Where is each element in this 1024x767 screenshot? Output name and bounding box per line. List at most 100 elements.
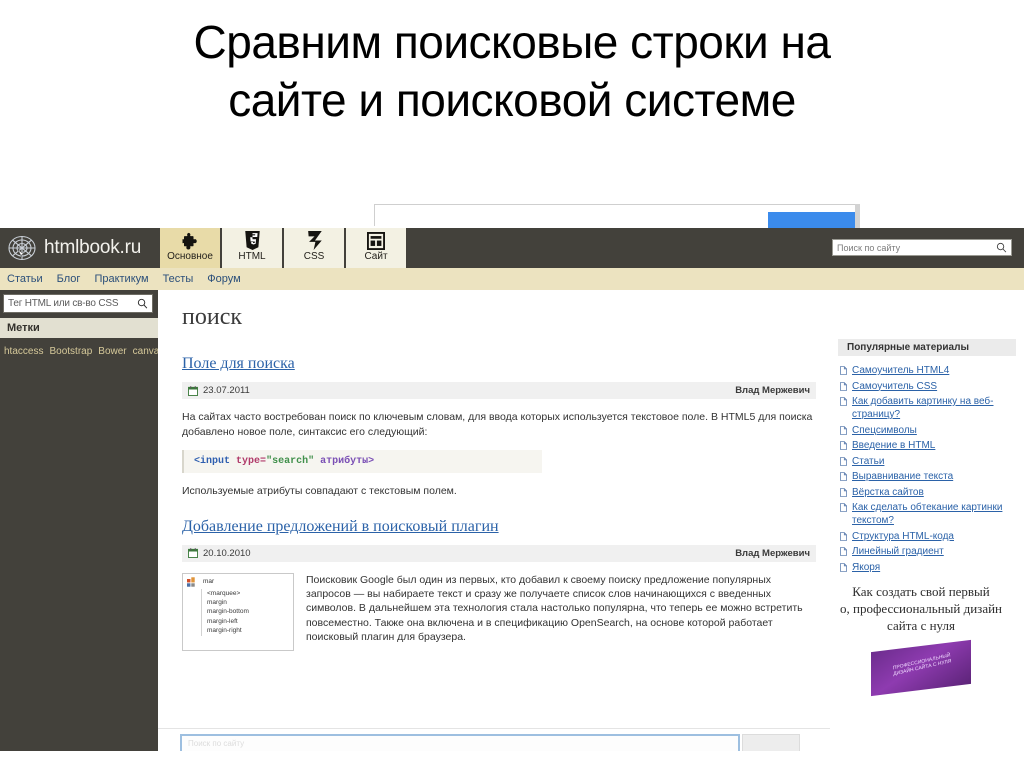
search-icon[interactable] <box>996 242 1007 253</box>
article-link-2[interactable]: Добавление предложений в поисковый плаги… <box>182 518 499 535</box>
article-body-2: Поисковик Google был один из первых, кто… <box>306 573 803 644</box>
website-screenshot: htmlbook.ru Основное HTML CSS Сайт Поиск… <box>0 198 1024 751</box>
tag-link[interactable]: Bower <box>98 346 126 357</box>
tag-search-input[interactable]: Тег HTML или св-во CSS <box>3 294 153 313</box>
calendar-icon <box>188 548 198 558</box>
nav-item-statyi[interactable]: Статьи <box>7 273 43 285</box>
nav-item-praktikum[interactable]: Практикум <box>94 273 148 285</box>
article-date-2: 20.10.2010 <box>203 547 251 559</box>
popular-link[interactable]: Якоря <box>852 561 880 574</box>
document-icon <box>840 531 847 541</box>
article-after-code-1: Используемые атрибуты совпадают с тексто… <box>182 485 457 497</box>
page-title: Сравним поисковые строки на сайте и поис… <box>0 14 1024 130</box>
promo-image[interactable]: ПРОФЕССИОНАЛЬНЫЙ ДИЗАЙН САЙТА С НУЛЯ <box>871 639 971 697</box>
code-block: <input type="search" атрибуты> <box>182 450 542 473</box>
list-item: Статьи <box>840 455 1024 468</box>
tab-html[interactable]: HTML <box>222 228 284 268</box>
list-item: Как добавить картинку на веб-страницу? <box>840 395 1024 421</box>
site-logo[interactable]: htmlbook.ru <box>0 228 160 268</box>
document-icon <box>840 425 847 435</box>
document-icon <box>840 472 847 481</box>
popular-link[interactable]: Выравнивание текста <box>852 470 953 483</box>
layout-grid-icon <box>367 230 385 251</box>
calendar-icon <box>188 385 198 396</box>
promo-line-2: о, профессиональный дизайн <box>839 601 1003 616</box>
tag-link[interactable]: Bootstrap <box>49 346 92 357</box>
thumbnail-suggestions: <marquee> margin margin-bottom margin-le… <box>201 588 289 636</box>
document-icon <box>840 562 847 572</box>
article-title-2: Добавление предложений в поисковый плаги… <box>182 510 816 538</box>
popular-link[interactable]: Спецсимволы <box>852 424 917 437</box>
tab-label: CSS <box>303 251 325 262</box>
popular-list: Самоучитель HTML4 Самоучитель CSS Как доба… <box>830 364 1024 574</box>
article-author-2: Влад Мержевич <box>735 547 810 559</box>
tab-label: HTML <box>238 251 266 262</box>
thumbnail-query: mar <box>203 578 215 585</box>
suggestion-item: margin-right <box>207 627 242 635</box>
html5-shield-icon <box>244 230 261 251</box>
background-search-button[interactable] <box>768 212 858 228</box>
site-header: htmlbook.ru Основное HTML CSS Сайт Поиск… <box>0 228 1024 268</box>
promo-line-1: Как создать свой первый <box>852 584 990 599</box>
bottom-search-input[interactable] <box>180 734 740 751</box>
article-link-1[interactable]: Поле для поиска <box>182 355 295 372</box>
list-item: Линейный градиент <box>840 545 1024 558</box>
css3-shield-icon <box>306 230 323 251</box>
search-icon[interactable] <box>137 298 148 309</box>
bottom-search-button[interactable] <box>742 734 800 751</box>
document-icon <box>840 397 847 406</box>
bottom-search-area: Поиск по сайту <box>158 728 830 751</box>
list-item: Вёрстка сайтов <box>840 486 1024 499</box>
site-search-input[interactable]: Поиск по сайту <box>832 239 1012 256</box>
article-title-1: Поле для поиска <box>182 347 816 375</box>
left-sidebar: Тег HTML или св-во CSS Метки htaccess Boo… <box>0 290 1024 728</box>
nav-item-testy[interactable]: Тесты <box>163 273 194 285</box>
popular-section-title: Популярные материалы <box>838 339 1016 356</box>
code-value: "search" <box>266 456 315 467</box>
code-rest: атрибуты> <box>320 456 375 467</box>
suggestion-item: margin-bottom <box>207 608 249 616</box>
spiderweb-icon <box>8 235 36 261</box>
slide-canvas: Сравним поисковые строки на сайте и поис… <box>0 0 1024 767</box>
article-meta-1: 23.07.2011 Влад Мержевич <box>182 382 816 399</box>
document-icon <box>840 441 847 450</box>
document-icon <box>840 503 847 512</box>
promo-block: Как создать свой первый о, профессиональ… <box>818 583 1024 697</box>
nav-item-blog[interactable]: Блог <box>57 273 81 285</box>
tab-osnovnoe[interactable]: Основное <box>160 228 222 268</box>
popular-link[interactable]: Введение в HTML <box>852 439 935 452</box>
suggestion-item: <marquee> <box>207 589 241 597</box>
background-edge <box>855 204 860 228</box>
popular-link[interactable]: Статьи <box>852 455 884 468</box>
sidebar-footer-fill <box>0 728 158 751</box>
document-icon <box>840 547 847 556</box>
bottom-search-placeholder: Поиск по сайту <box>188 739 245 748</box>
tab-css[interactable]: CSS <box>284 228 346 268</box>
list-item: Самоучитель HTML4 <box>840 364 1024 377</box>
popular-link[interactable]: Самоучитель CSS <box>852 380 937 393</box>
code-tag-open: <input <box>194 456 231 467</box>
document-icon <box>840 456 847 466</box>
nav-item-forum[interactable]: Форум <box>207 273 240 285</box>
suggestion-item: margin-left <box>207 617 238 625</box>
suggestion-item: margin <box>207 598 227 606</box>
list-item: Как сделать обтекание картинки текстом? <box>840 501 1024 527</box>
popular-link[interactable]: Как сделать обтекание картинки текстом? <box>852 501 1024 527</box>
tag-link[interactable]: htaccess <box>4 346 43 357</box>
content-heading: поиск <box>182 304 242 330</box>
popular-link[interactable]: Линейный градиент <box>852 545 944 558</box>
list-item: Самоучитель CSS <box>840 380 1024 393</box>
popular-link[interactable]: Вёрстка сайтов <box>852 486 924 499</box>
tab-label: Сайт <box>364 251 388 262</box>
article-author-1: Влад Мержевич <box>735 385 810 396</box>
article-thumbnail[interactable]: mar <marquee> margin margin-bottom margi… <box>182 572 294 651</box>
site-nav: Статьи Блог Практикум Тесты Форум <box>0 268 1024 290</box>
title-line-2: сайте и поисковой системе <box>228 73 796 126</box>
popular-link[interactable]: Структура HTML-кода <box>852 530 954 543</box>
tag-search-placeholder: Тег HTML или св-во CSS <box>8 298 119 309</box>
tab-sait[interactable]: Сайт <box>346 228 408 268</box>
article-date-1: 23.07.2011 <box>203 385 250 396</box>
popular-link[interactable]: Самоучитель HTML4 <box>852 364 949 377</box>
popular-link[interactable]: Как добавить картинку на веб-страницу? <box>852 395 1024 421</box>
tab-label: Основное <box>167 251 213 262</box>
